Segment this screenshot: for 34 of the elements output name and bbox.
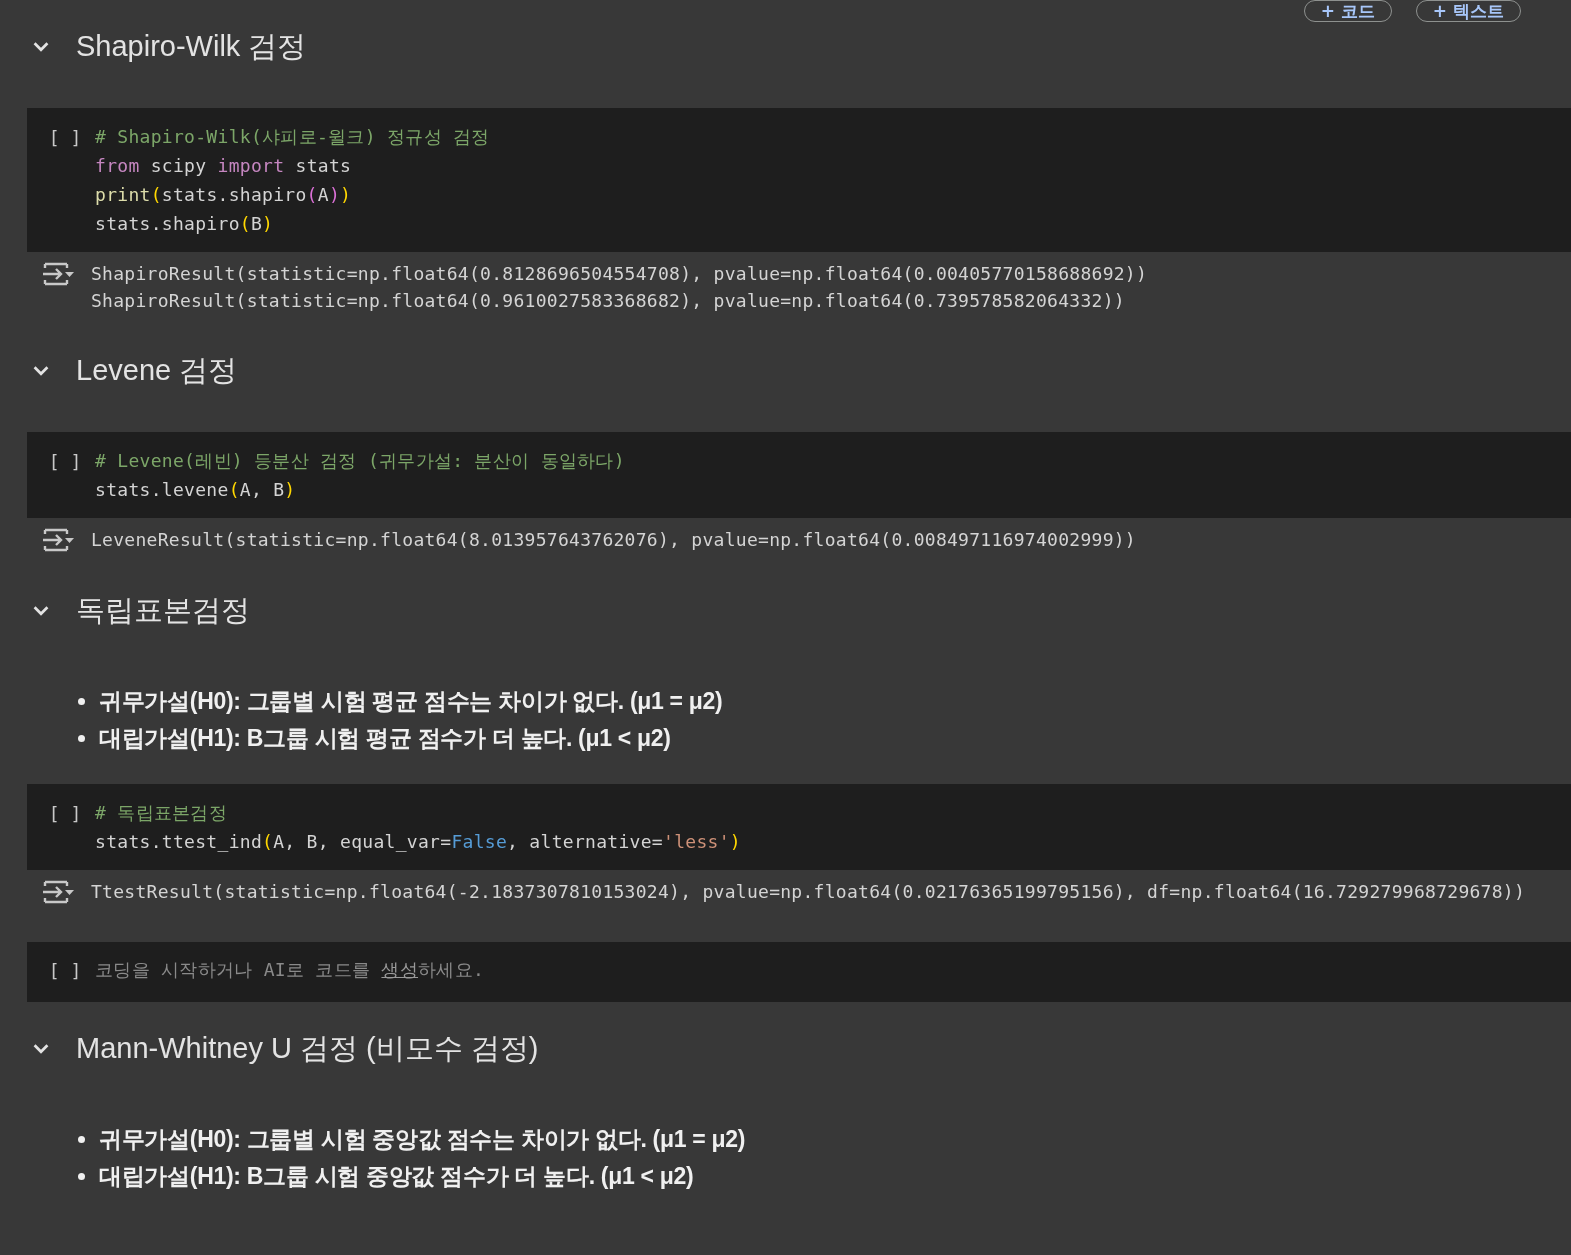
output-toggle-icon[interactable] <box>41 878 75 906</box>
section-heading: Levene 검정 <box>76 353 238 388</box>
output-text: LeveneResult(statistic=np.float64(8.013957643762076), pvalue=np.float64(0.008497116974002999)) <box>91 528 1136 552</box>
code-line: stats.shapiro(B) <box>95 212 275 236</box>
bullet-icon <box>78 1136 85 1143</box>
bullet-text: 귀무가설(H0): 그룹별 시험 중앙값 점수는 차이가 없다. (μ1 = μ2) <box>99 1125 746 1154</box>
generate-link[interactable]: 생성 <box>381 959 419 980</box>
code-line: # Levene(레빈) 등분산 검정 (귀무가설: 분산이 동일하다) <box>95 449 625 473</box>
run-cell-button[interactable]: [ ] <box>27 955 95 986</box>
output-toggle-icon[interactable] <box>41 526 75 554</box>
bullet-icon <box>78 698 85 705</box>
section-heading: 독립표본검정 <box>76 593 250 628</box>
code-input-field[interactable]: [ ] 코딩을 시작하거나 AI로 코드를 생성하세요. <box>27 942 1571 1002</box>
run-cell-button[interactable]: [ ] <box>27 446 95 477</box>
run-cell-button[interactable]: [ ] <box>27 798 95 829</box>
section-heading: Shapiro-Wilk 검정 <box>76 29 307 64</box>
code-line: print(stats.shapiro(A)) <box>95 183 353 207</box>
run-cell-button[interactable]: [ ] <box>27 122 95 153</box>
bullet-icon <box>78 735 85 742</box>
code-line: stats.levene(A, B) <box>95 478 297 502</box>
output-text: TtestResult(statistic=np.float64(-2.1837307810153024), pvalue=np.float64(0.02176365199795156), df=np.float64(16.729279968729678)) <box>91 880 1526 904</box>
bullet-text: 대립가설(H1): B그룹 시험 중앙값 점수가 더 높다. (μ1 < μ2) <box>99 1162 694 1191</box>
code-line: # Shapiro-Wilk(샤피로-윌크) 정규성 검정 <box>95 125 490 149</box>
bullet-icon <box>78 1173 85 1180</box>
output-text: ShapiroResult(statistic=np.float64(0.9610027583368682), pvalue=np.float64(0.739578582064332)) <box>91 289 1126 313</box>
output-text: ShapiroResult(statistic=np.float64(0.8128696504554708), pvalue=np.float64(0.00405770158688692)) <box>91 262 1148 286</box>
cell-placeholder: 코딩을 시작하거나 AI로 코드를 생성하세요. <box>95 958 485 982</box>
code-line: # 독립표본검정 <box>95 801 229 825</box>
output-toggle-icon[interactable] <box>41 260 75 288</box>
bullet-text: 귀무가설(H0): 그룹별 시험 평균 점수는 차이가 없다. (μ1 = μ2) <box>99 687 723 716</box>
code-line: from scipy import stats <box>95 154 353 178</box>
bullet-text: 대립가설(H1): B그룹 시험 평균 점수가 더 높다. (μ1 < μ2) <box>99 724 671 753</box>
code-line: stats.ttest_ind(A, B, equal_var=False, alternative='less') <box>95 830 741 854</box>
section-heading: Mann-Whitney U 검정 (비모수 검정) <box>76 1031 539 1066</box>
